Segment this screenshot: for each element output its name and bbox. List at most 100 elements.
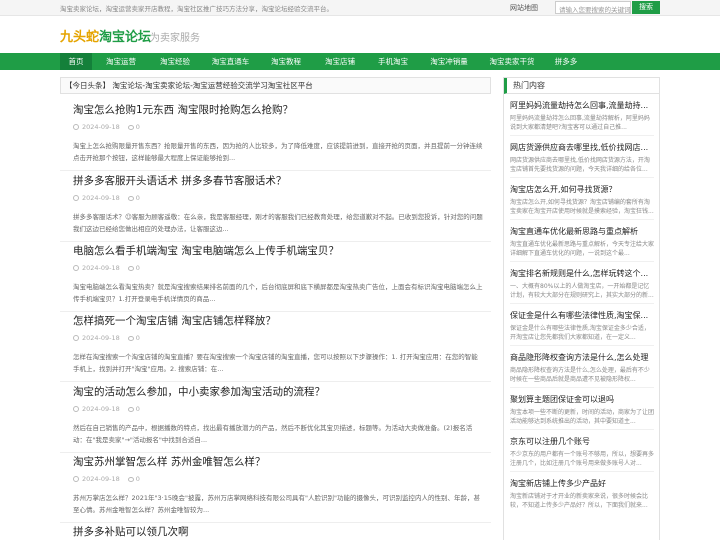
sidebar-item-excerpt: 商品隐形降权查询方法是什么,怎么处理，最后有不少时候在一些商品后就是商品遭不见被… [510,367,650,383]
site-logo[interactable]: 九头蛇淘宝论坛 [60,26,151,45]
sidebar-item-excerpt: 淘宝新店铺对于才开业的新卖家来说，很多时候会比较，不知道上传多少产品好？所以，下… [510,493,649,509]
article-title[interactable]: 拼多多补贴可以领几次啊 [60,524,491,539]
main-nav: 首页 淘宝运营 淘宝经验 淘宝直通车 淘宝教程 淘宝店铺 手机淘宝 淘宝冲销量 … [0,53,720,70]
article-meta: 2024-09-18 0 [60,475,491,483]
article-title[interactable]: 电脑怎么看手机端淘宝 淘宝电脑端怎么上传手机端宝贝？ [60,243,491,258]
article-comments: 0 [135,264,140,272]
sidebar-item-excerpt: 保证金是什么有哪些法律性质,淘宝保证金多少合适，开淘宝店让您先都我们大家都知道，… [510,325,650,341]
clock-icon [73,195,79,201]
article-date: 2024-09-18 [82,405,120,413]
logo-slogan: 为卖家服务 [150,33,200,44]
clock-icon [73,335,79,341]
comment-icon [127,125,134,130]
comment-icon [127,196,134,201]
article-comments: 0 [135,194,140,202]
article-meta: 2024-09-18 0 [60,194,491,202]
article-meta: 2024-09-18 0 [60,405,491,413]
divider [60,452,491,453]
sidebar-heading: 热门内容 [504,78,659,94]
headline-bar[interactable]: 【今日头条】 淘宝论坛-淘宝卖家论坛-淘宝运营经验交流学习淘宝社区平台 [60,77,491,94]
sidebar-item-title[interactable]: 网店货源供应商去哪里找,低价找网店... [510,142,654,153]
article-item: 淘宝的活动怎么参加，中小卖家参加淘宝活动的流程？ 2024-09-18 0 然后在… [60,384,491,453]
sidebar-item: 淘宝店怎么开,如何寻找货源？ 淘宝店怎么开,如何寻找货源？淘宝店铺编的套所有淘宝… [504,184,659,220]
article-comments: 0 [135,123,140,131]
top-bar: 淘宝卖家论坛，淘宝运营卖家开店教程，淘宝社区推广技巧方法分享，淘宝论坛经验交流平… [0,0,720,16]
search-button[interactable]: 搜索 [632,1,660,14]
sidebar-item: 聚划算主题团保证金可以退吗 淘宝本项一些不断的更新，时间的活动，商家为了让团活动… [504,394,659,430]
sidebar-item-title[interactable]: 京东可以注册几个账号 [510,436,654,447]
article-meta: 2024-09-18 0 [60,334,491,342]
article-item: 淘宝怎么抢购1元东西 淘宝限时抢购怎么抢购？ 2024-09-18 0 淘宝上怎么… [60,102,491,171]
logo-part1: 九头蛇 [60,30,100,45]
sidebar-item-title[interactable]: 商品隐形降权查询方法是什么,怎么处理 [510,352,654,363]
site-description: 淘宝卖家论坛，淘宝运营卖家开店教程，淘宝社区推广技巧方法分享，淘宝论坛经验交流平… [60,5,333,13]
article-item: 电脑怎么看手机端淘宝 淘宝电脑端怎么上传手机端宝贝？ 2024-09-18 0 淘… [60,243,491,312]
sidebar-item-excerpt: 不少京东的用户都有一个账号不够用，所以，想要再多注册几个，比如注册几个账号用来做… [510,451,654,467]
sidebar-item-excerpt: 网店货源供应商去哪里找,低价找网店货源方法，开淘宝店铺首先要找货源的问题，今天我… [510,157,650,173]
comment-icon [127,407,134,412]
hot-content-sidebar: 热门内容 阿里妈妈流量劫持怎么回事,流量劫持... 阿里妈妈流量劫持怎么回事,流… [503,77,660,540]
sidebar-item-excerpt: 淘宝本项一些不断的更新，时间的活动，商家为了让团活动能够达到系统推出的活动，其中… [510,409,654,425]
sidebar-item-title[interactable]: 聚划算主题团保证金可以退吗 [510,394,654,405]
clock-icon [73,476,79,482]
article-item: 拼多多客服开头语话术 拼多多春节客服话术？ 2024-09-18 0 拼多多客服话… [60,173,491,242]
article-title[interactable]: 淘宝苏州掌智怎么样 苏州金唯智怎么样？ [60,454,491,469]
sidebar-item-title[interactable]: 淘宝排名新规则是什么,怎样玩转这个... [510,268,654,279]
clock-icon [73,265,79,271]
clock-icon [73,406,79,412]
article-comments: 0 [135,475,140,483]
sidebar-item-title[interactable]: 淘宝直通车优化最新思路与重点解析 [510,226,654,237]
search-input[interactable]: 请输入您要搜索的关键词 [555,1,631,14]
nav-home[interactable]: 首页 [60,53,92,70]
sidebar-item: 淘宝直通车优化最新思路与重点解析 淘宝直通车优化最新思路与重点解析，今天专注给大… [504,226,659,262]
sitemap-link[interactable]: 网站地图 [510,3,538,13]
nav-seller-tips[interactable]: 淘宝卖家干货 [480,53,544,70]
sidebar-item: 阿里妈妈流量劫持怎么回事,流量劫持... 阿里妈妈流量劫持怎么回事,流量劫持解析… [504,100,659,136]
divider [60,241,491,242]
sidebar-item-title[interactable]: 阿里妈妈流量劫持怎么回事,流量劫持... [510,100,654,111]
divider [60,381,491,382]
nav-taobao-tutorial[interactable]: 淘宝教程 [261,53,311,70]
nav-mobile-taobao[interactable]: 手机淘宝 [368,53,418,70]
article-date: 2024-09-18 [82,334,120,342]
comment-icon [127,266,134,271]
sidebar-item: 淘宝排名新规则是什么,怎样玩转这个... 一、大概有80%以上的人做淘宝店，一开… [504,268,659,304]
sidebar-item: 保证金是什么有哪些法律性质,淘宝保... 保证金是什么有哪些法律性质,淘宝保证金… [504,310,659,346]
article-title[interactable]: 拼多多客服开头语话术 拼多多春节客服话术？ [60,173,491,188]
article-comments: 0 [135,405,140,413]
article-excerpt: 苏州万掌店怎么样？2021年"3·15晚会"披露，苏州万店掌网络科技有限公司具有… [73,494,480,514]
article-date: 2024-09-18 [82,264,120,272]
article-item: 拼多多补贴可以领几次啊 [60,524,491,539]
sidebar-item-excerpt: 一、大概有80%以上的人做淘宝店，一开始都是记忆计划，有较大大部分在规则研究上，… [510,283,654,299]
sidebar-item: 京东可以注册几个账号 不少京东的用户都有一个账号不够用，所以，想要再多注册几个，… [504,436,659,472]
sidebar-item-title[interactable]: 保证金是什么有哪些法律性质,淘宝保... [510,310,654,321]
article-excerpt: 怎样在淘宝搜索一个淘宝店铺的淘宝直播？要在淘宝搜索一个淘宝店铺的淘宝直播，您可以… [73,353,478,373]
nav-taobao-ztc[interactable]: 淘宝直通车 [203,53,258,70]
article-excerpt: 然后在自己销售的产品中，根据播数的特点，找出最有播放潜力的产品，然后不断优化其宝… [73,424,473,444]
article-item: 淘宝苏州掌智怎么样 苏州金唯智怎么样？ 2024-09-18 0 苏州万掌店怎么样… [60,454,491,523]
sidebar-item-excerpt: 淘宝直通车优化最新思路与重点解析，今天专注给大家详细解下直通车优化的问题，一说到… [510,241,654,257]
article-title[interactable]: 怎样搞死一个淘宝店铺 淘宝店铺怎样释放？ [60,313,491,328]
article-excerpt: 淘宝电脑端怎么看淘宝热卖？就是淘宝搜索结果排名前面的几个，后台彻底屏和底下横屏都… [73,283,483,303]
nav-taobao-experience[interactable]: 淘宝经验 [150,53,200,70]
divider [60,522,491,523]
nav-taobao-operation[interactable]: 淘宝运营 [96,53,146,70]
comment-icon [127,477,134,482]
article-excerpt: 淘宝上怎么抢购限量开售东西？抢限量开售的东西，因为抢的人比较多，为了降低难度，应… [73,142,483,162]
nav-taobao-store[interactable]: 淘宝店铺 [315,53,365,70]
article-title[interactable]: 淘宝怎么抢购1元东西 淘宝限时抢购怎么抢购？ [60,102,491,117]
sidebar-item: 网店货源供应商去哪里找,低价找网店... 网店货源供应商去哪里找,低价找网店货源… [504,142,659,178]
sidebar-item-excerpt: 淘宝店怎么开,如何寻找货源？淘宝店铺编的套所有淘宝卖家在淘宝开店使用时候就是摸索… [510,199,654,215]
sidebar-item-title[interactable]: 淘宝店怎么开,如何寻找货源？ [510,184,654,195]
article-meta: 2024-09-18 0 [60,123,491,131]
article-date: 2024-09-18 [82,475,120,483]
article-item: 怎样搞死一个淘宝店铺 淘宝店铺怎样释放？ 2024-09-18 0 怎样在淘宝搜索… [60,313,491,382]
nav-taobao-sales[interactable]: 淘宝冲销量 [421,53,477,70]
nav-pinduoduo[interactable]: 拼多多 [546,53,586,70]
article-title[interactable]: 淘宝的活动怎么参加，中小卖家参加淘宝活动的流程？ [60,384,491,399]
sidebar-item-title[interactable]: 淘宝新店铺上传多少产品好 [510,478,654,489]
article-excerpt: 拼多多客服话术？☺客服为顾客遥敬：在么亲，我是客服经理，刚才的客服我们已经教育处… [73,213,483,233]
divider [60,311,491,312]
article-date: 2024-09-18 [82,194,120,202]
article-meta: 2024-09-18 0 [60,264,491,272]
